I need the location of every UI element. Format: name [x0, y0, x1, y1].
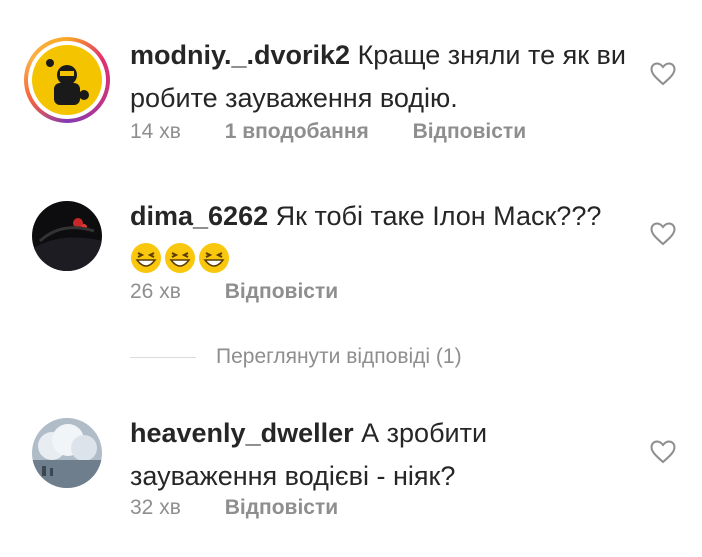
comment-username[interactable]: dima_6262 [130, 201, 268, 231]
reply-button[interactable]: Відповісти [413, 120, 526, 143]
comment-text: dima_6262 Як тобі таке Ілон Маск??? [130, 195, 630, 281]
comment-item: dima_6262 Як тобі таке Ілон Маск??? 26 х… [0, 180, 702, 330]
view-replies-button[interactable]: Переглянути відповіді (1) [130, 345, 462, 375]
grinning-squinting-face-emoji [165, 243, 195, 273]
reply-button[interactable]: Відповісти [225, 496, 338, 519]
comment-time: 32 хв [130, 496, 181, 519]
story-ring[interactable] [24, 37, 110, 123]
comment-item: modniy._.dvorik2 Краще зняли те як ви ро… [0, 0, 702, 180]
heart-icon[interactable] [650, 62, 676, 86]
comment-text: heavenly_dweller А зробити зауваження во… [130, 412, 630, 498]
heart-icon[interactable] [650, 440, 676, 464]
comment-time: 14 хв [130, 120, 181, 143]
avatar[interactable] [32, 418, 102, 488]
likes-count[interactable]: 1 вподобання [225, 120, 369, 143]
comment-username[interactable]: heavenly_dweller [130, 418, 354, 448]
comment-meta: 32 хв Відповісти [130, 496, 376, 520]
reply-button[interactable]: Відповісти [225, 280, 338, 303]
comment-meta: 26 хв Відповісти [130, 280, 376, 304]
view-replies-label: Переглянути відповіді (1) [216, 345, 462, 368]
comment-meta: 14 хв 1 вподобання Відповісти [130, 120, 564, 144]
avatar[interactable] [32, 201, 102, 271]
avatar[interactable] [32, 45, 102, 115]
view-replies-divider [130, 356, 196, 358]
heart-icon[interactable] [650, 222, 676, 246]
comment-time: 26 хв [130, 280, 181, 303]
grinning-squinting-face-emoji [131, 243, 161, 273]
comment-username[interactable]: modniy._.dvorik2 [130, 40, 350, 70]
comment-text: modniy._.dvorik2 Краще зняли те як ви ро… [130, 34, 630, 120]
comment-body: Як тобі таке Ілон Маск??? [275, 201, 602, 231]
grinning-squinting-face-emoji [199, 243, 229, 273]
comment-item: heavenly_dweller А зробити зауваження во… [0, 400, 702, 557]
